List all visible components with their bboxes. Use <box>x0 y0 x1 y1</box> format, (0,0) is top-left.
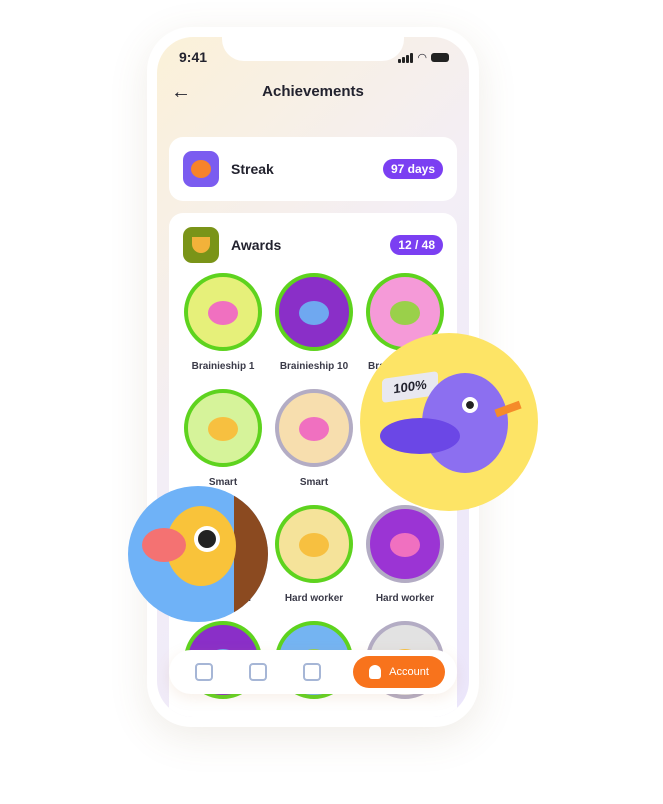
home-icon[interactable] <box>195 663 213 681</box>
badge-image <box>275 389 353 467</box>
notch <box>222 37 404 61</box>
bird-icon <box>390 301 420 326</box>
badge-image <box>366 505 444 583</box>
award-badge[interactable]: Hard worker <box>274 505 354 621</box>
bird-icon <box>299 301 329 326</box>
streak-badge: 97 days <box>382 159 443 179</box>
badge-image <box>184 389 262 467</box>
signal-icon <box>398 52 414 63</box>
badge-label: Smart <box>299 477 329 488</box>
awards-count-badge: 12 / 48 <box>390 235 443 255</box>
badge-image <box>184 273 262 351</box>
bird-icon <box>208 301 238 326</box>
wifi-icon: ◠ <box>417 52 427 64</box>
user-icon <box>369 665 382 679</box>
badge-label: Brainieship 1 <box>191 361 255 372</box>
award-badge[interactable]: Brainieship 10 <box>274 273 354 389</box>
account-button[interactable]: Account <box>353 656 445 688</box>
status-icons: ◠ <box>398 51 449 64</box>
document-icon[interactable] <box>249 663 267 681</box>
trophy-icon <box>183 227 219 263</box>
climbing-bird-illustration <box>128 486 268 622</box>
account-label: Account <box>389 666 429 678</box>
flag-bird-illustration: 100% <box>360 333 538 511</box>
streak-label: Streak <box>231 161 274 177</box>
badge-label: Hard worker <box>375 593 435 604</box>
badge-label: Hard worker <box>284 593 344 604</box>
streak-bird-icon <box>183 151 219 187</box>
badge-image <box>275 273 353 351</box>
battery-icon <box>431 53 449 62</box>
status-time: 9:41 <box>179 49 208 65</box>
award-badge[interactable]: Smart <box>274 389 354 505</box>
badge-image <box>275 505 353 583</box>
awards-label: Awards <box>231 237 282 253</box>
page-title: Achievements <box>262 83 364 100</box>
bird-icon <box>390 533 420 558</box>
bird-icon <box>299 417 329 442</box>
streak-card[interactable]: Streak 97 days <box>169 137 457 201</box>
award-badge[interactable]: Hard worker <box>365 505 445 621</box>
bird-icon <box>208 417 238 442</box>
badge-label: Brainieship 10 <box>279 361 349 372</box>
notes-icon[interactable] <box>303 663 321 681</box>
bottom-nav: Account <box>169 650 457 694</box>
award-badge[interactable]: Brainieship 1 <box>183 273 263 389</box>
bird-icon <box>299 533 329 558</box>
